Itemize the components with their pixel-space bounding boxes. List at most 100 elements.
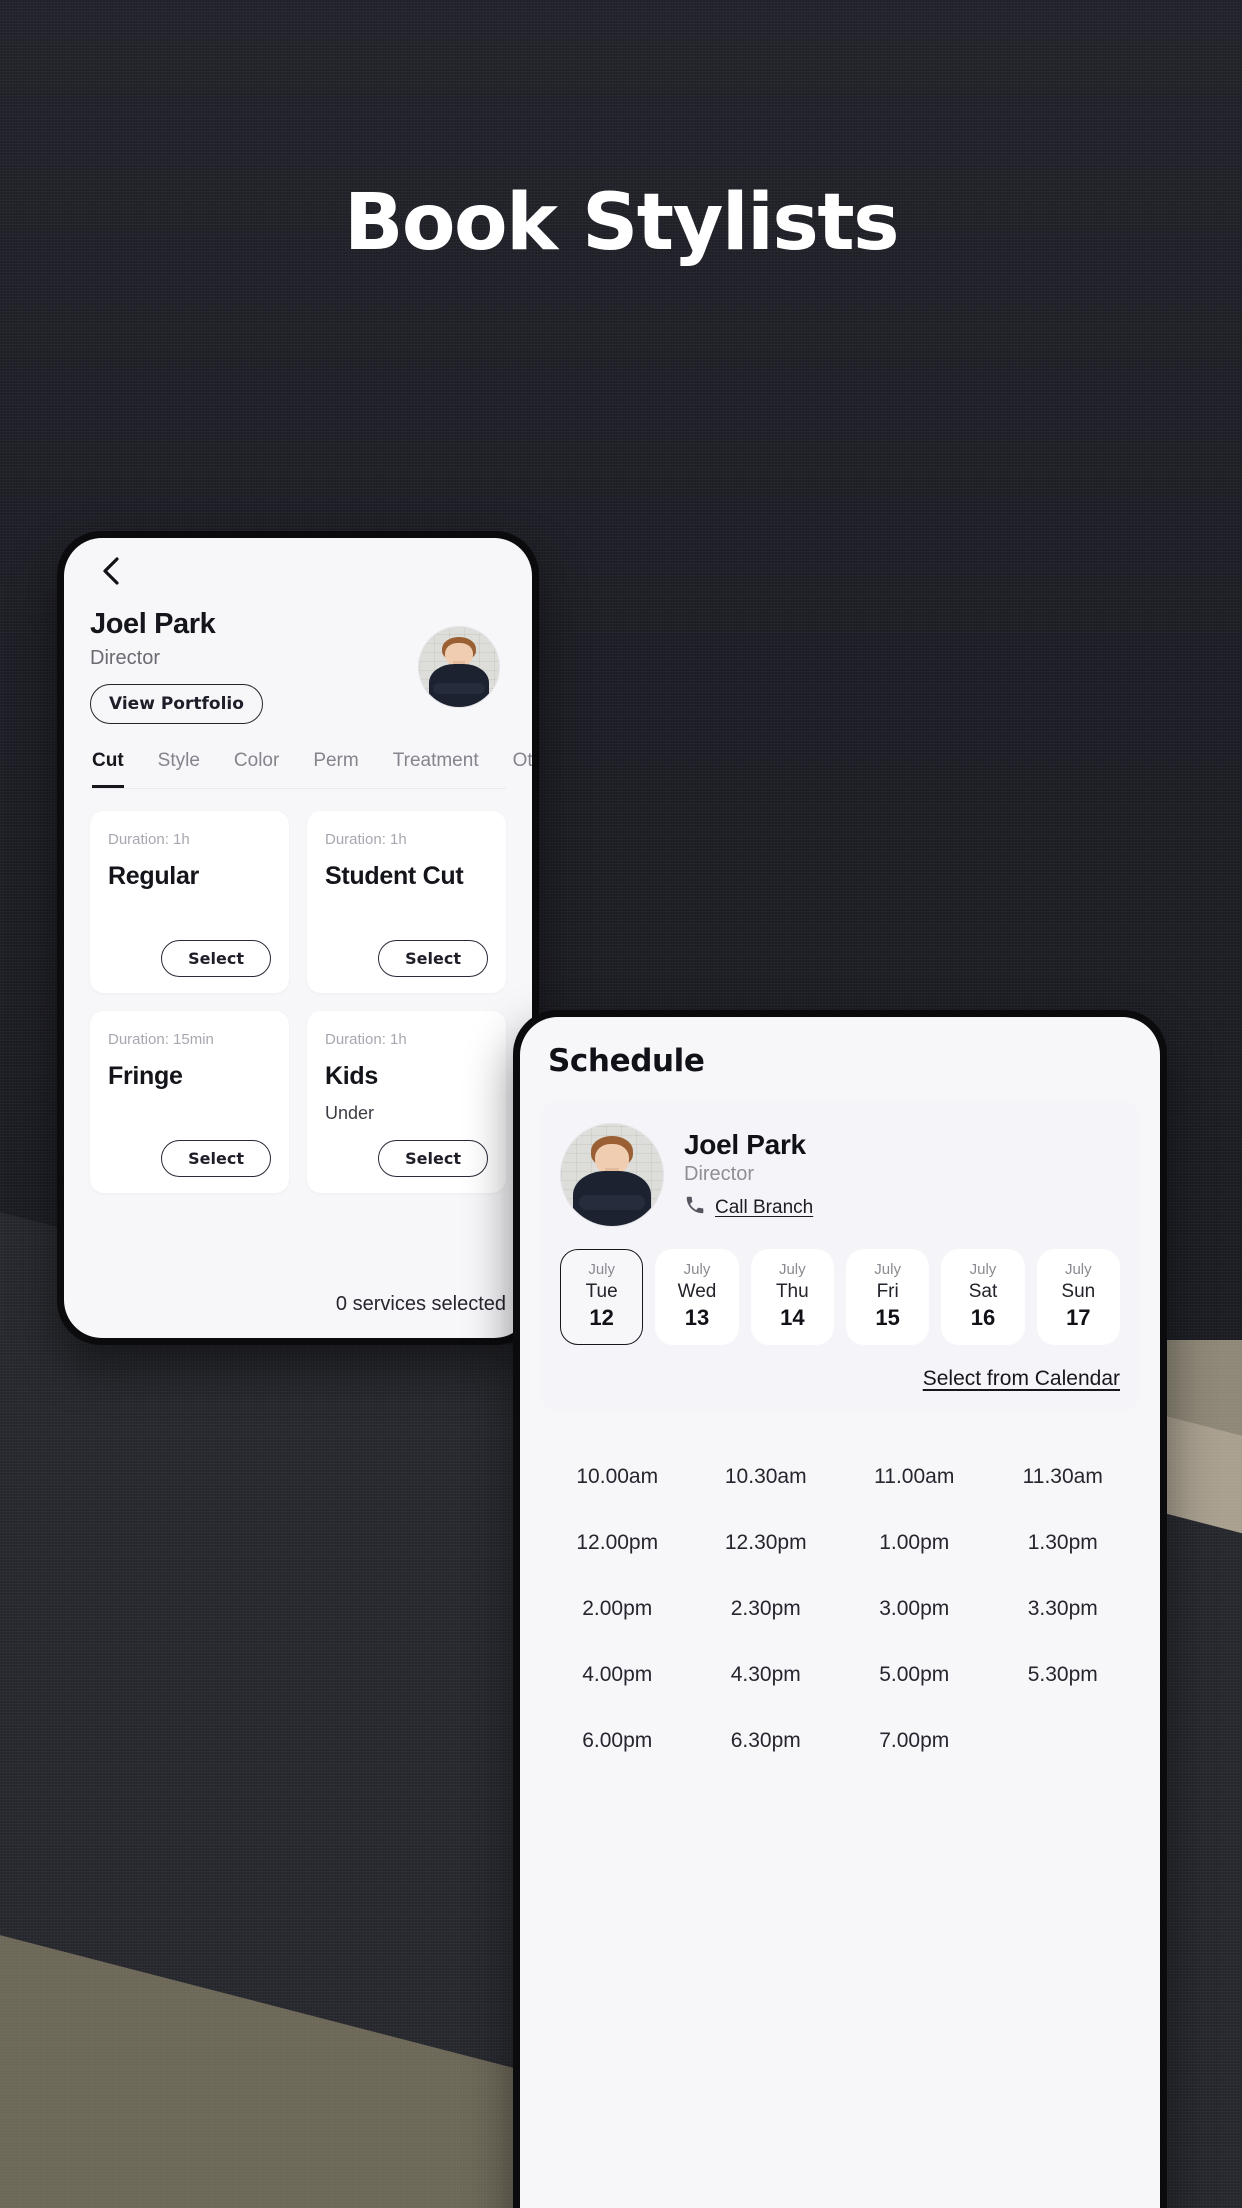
calendar-link-row: Select from Calendar [560,1367,1120,1391]
time-slot[interactable]: 4.30pm [695,1651,838,1699]
call-branch-label: Call Branch [715,1196,814,1218]
select-from-calendar-link[interactable]: Select from Calendar [923,1367,1120,1390]
date-chip[interactable]: July Sat 16 [941,1249,1025,1345]
service-duration: Duration: 1h [325,1031,407,1048]
stylist-role: Director [90,647,161,669]
time-slot[interactable]: 2.00pm [546,1585,689,1633]
selected-services-status: 0 services selected [335,1293,506,1315]
time-slot[interactable]: 10.00am [546,1453,689,1501]
schedule-stylist-name: Joel Park [684,1129,806,1160]
schedule-screen: Schedule Joel Park Director Call Branch … [520,1017,1160,2208]
tab-treatment[interactable]: Treatment [393,750,479,788]
service-subtitle: Under [325,1103,375,1123]
service-card[interactable]: Duration: 1h Regular Select [90,811,289,993]
date-number: 17 [1066,1305,1091,1331]
select-button[interactable]: Select [161,1140,271,1177]
service-card[interactable]: Duration: 1h Student Cut Select [307,811,506,993]
date-month: July [874,1261,901,1278]
service-category-tabs[interactable]: Cut Style Color Perm Treatment Others [90,750,532,789]
date-weekday: Sat [968,1280,998,1302]
date-chip[interactable]: July Thu 14 [750,1249,834,1345]
stylist-name: Joel Park [90,608,216,640]
date-month: July [1064,1261,1092,1278]
date-month: July [683,1261,711,1278]
time-slot[interactable]: 1.30pm [992,1519,1135,1567]
time-slot-grid[interactable]: 10.00am 10.30am 11.00am 11.30am 12.00pm … [520,1411,1160,1765]
stylist-profile-text: Joel Park Director View Portfolio [90,608,418,724]
tab-perm[interactable]: Perm [313,750,358,788]
date-month: July [588,1261,615,1278]
service-card[interactable]: Duration: 15min Fringe Select [90,1011,289,1193]
date-number: 12 [589,1305,614,1331]
schedule-stylist-info: Joel Park Director Call Branch [684,1129,813,1221]
schedule-stylist-row: Joel Park Director Call Branch [560,1123,1120,1227]
date-number: 16 [970,1305,996,1331]
phone-icon [684,1194,706,1221]
date-chip[interactable]: July Wed 13 [655,1249,739,1345]
time-slot[interactable]: 6.00pm [546,1717,689,1765]
date-month: July [969,1261,997,1278]
time-slot[interactable]: 7.00pm [843,1717,986,1765]
service-card-grid: Duration: 1h Regular Select Duration: 1h… [90,811,506,1193]
time-slot[interactable]: 12.00pm [546,1519,689,1567]
view-portfolio-button[interactable]: View Portfolio [90,684,263,724]
date-number: 13 [684,1305,710,1331]
time-slot[interactable]: 5.00pm [843,1651,986,1699]
service-title: Fringe [108,1062,183,1090]
stylist-services-screen: Joel Park Director View Portfolio Cut St… [64,538,532,1338]
service-title: Regular [108,862,199,890]
tab-cut[interactable]: Cut [92,750,124,788]
time-slot[interactable]: 4.00pm [546,1651,689,1699]
schedule-stylist-card: Joel Park Director Call Branch July Tue … [540,1101,1140,1411]
time-slot[interactable]: 10.30am [695,1453,838,1501]
time-slot[interactable]: 3.30pm [992,1585,1135,1633]
select-button[interactable]: Select [161,940,271,977]
stylist-services-content: Joel Park Director View Portfolio Cut St… [64,554,532,1193]
select-button[interactable]: Select [378,940,488,977]
service-duration: Duration: 1h [108,831,190,848]
date-chip[interactable]: July Sun 17 [1036,1249,1120,1345]
stylist-avatar [418,626,500,708]
chevron-left-icon [98,556,124,586]
date-weekday: Sun [1061,1280,1096,1302]
tab-others[interactable]: Others [513,750,532,788]
page-title: Book Stylists [343,178,900,268]
avatar-arms [579,1195,645,1210]
time-slot[interactable]: 11.30am [992,1453,1135,1501]
time-slot[interactable]: 3.00pm [843,1585,986,1633]
schedule-title: Schedule [548,1043,705,1079]
date-month: July [778,1261,806,1278]
schedule-stylist-role: Director [684,1163,755,1185]
schedule-phone: Schedule Joel Park Director Call Branch … [513,1010,1167,2208]
stylist-services-phone: Joel Park Director View Portfolio Cut St… [57,531,539,1345]
service-duration: Duration: 1h [325,831,407,848]
time-slot[interactable]: 2.30pm [695,1585,838,1633]
date-selector[interactable]: July Tue 12 July Wed 13 July Thu 14 July… [560,1249,1120,1345]
tab-color[interactable]: Color [234,750,279,788]
stylist-profile-header: Joel Park Director View Portfolio [90,608,506,724]
date-number: 14 [780,1305,805,1331]
service-title: Student Cut [325,862,464,890]
select-button[interactable]: Select [378,1140,488,1177]
date-chip[interactable]: July Tue 12 [560,1249,644,1345]
schedule-stylist-avatar [560,1123,664,1227]
time-slot[interactable]: 1.00pm [843,1519,986,1567]
date-weekday: Fri [876,1280,899,1302]
avatar-arms [433,683,485,695]
time-slot[interactable]: 5.30pm [992,1651,1135,1699]
date-chip[interactable]: July Fri 15 [845,1249,930,1345]
time-slot[interactable]: 11.00am [843,1453,986,1501]
time-slot[interactable]: 12.30pm [695,1519,838,1567]
back-button[interactable] [94,554,128,588]
tab-style[interactable]: Style [158,750,200,788]
call-branch-button[interactable]: Call Branch [684,1194,813,1221]
date-number: 15 [875,1305,900,1331]
service-duration: Duration: 15min [108,1031,214,1048]
service-title: Kids [325,1062,378,1090]
service-card[interactable]: Duration: 1h Kids Under Select [307,1011,506,1193]
time-slot[interactable]: 6.30pm [695,1717,838,1765]
